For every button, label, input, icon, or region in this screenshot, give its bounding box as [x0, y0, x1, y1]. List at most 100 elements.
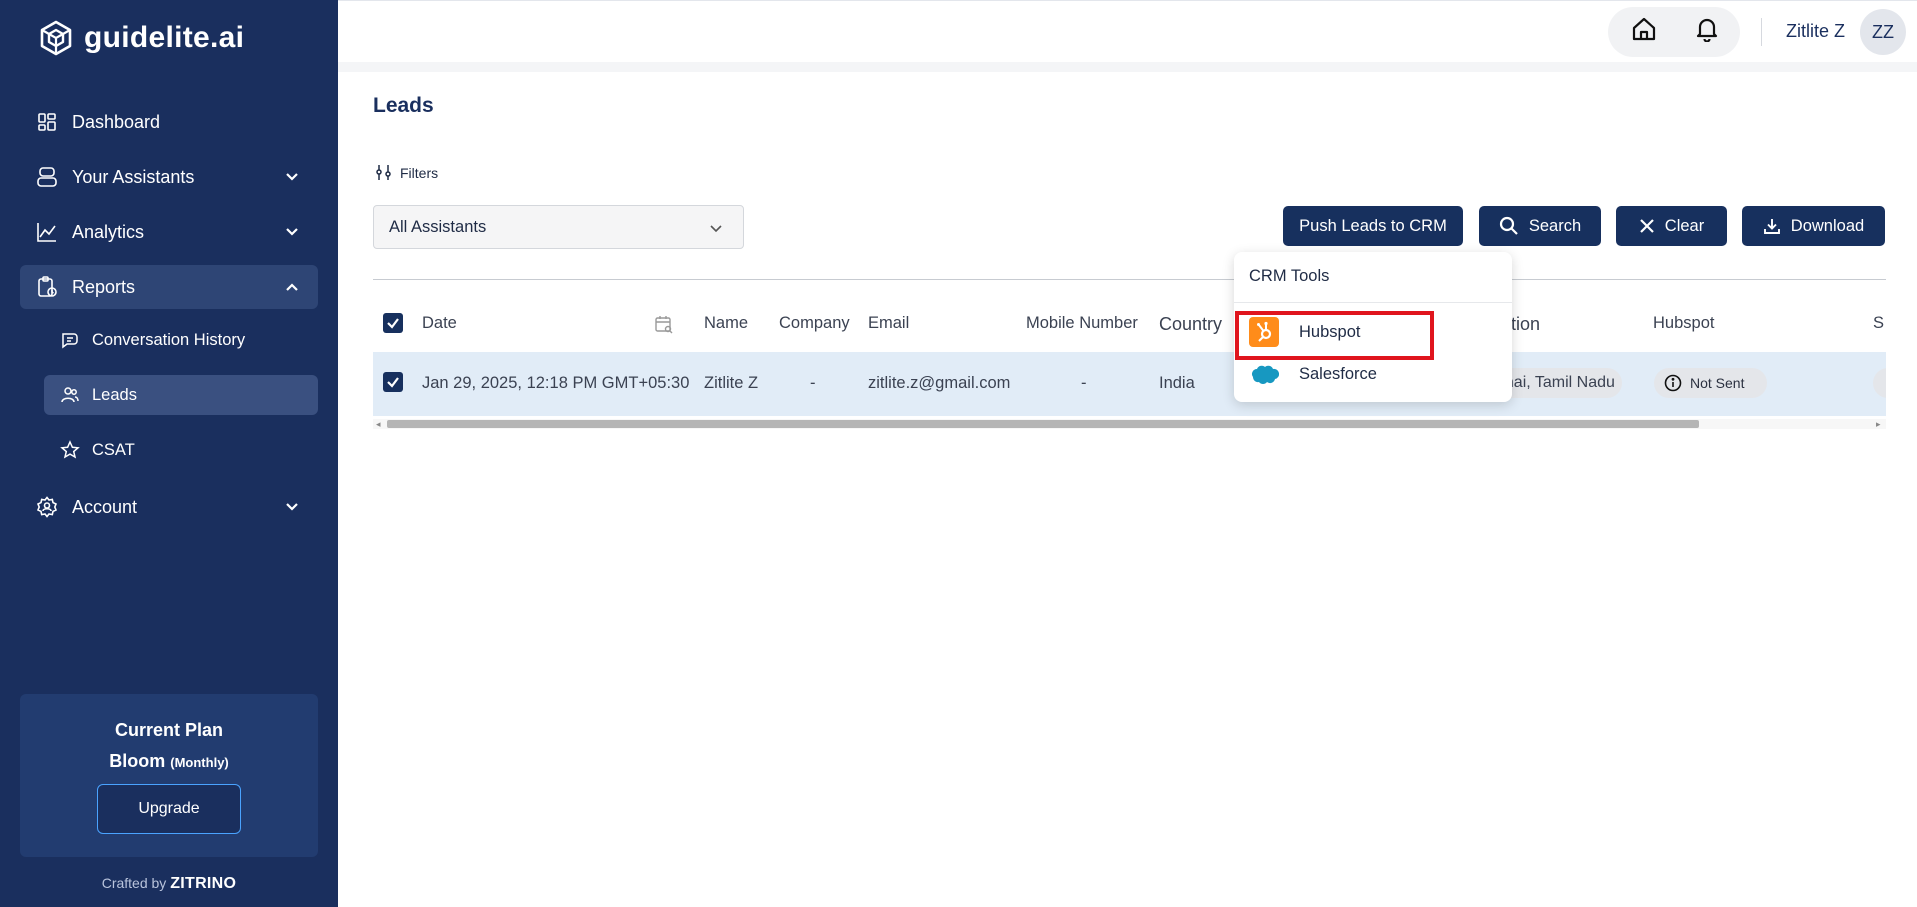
chevron-down-icon: [710, 225, 722, 233]
chevron-down-icon: [286, 228, 298, 236]
menu-item-salesforce[interactable]: Salesforce: [1234, 354, 1512, 394]
user-name[interactable]: Zitlite Z: [1786, 21, 1845, 42]
crafted-by-label: Crafted by: [101, 875, 167, 891]
status-badge-partial: [1873, 368, 1886, 398]
logo-icon: [40, 20, 72, 56]
crafted-by: Crafted by ZITRINO: [0, 875, 338, 893]
download-label: Download: [1790, 216, 1865, 235]
plan-cycle: (Monthly): [170, 755, 229, 770]
sidebar-item-label: Account: [72, 496, 138, 517]
reports-submenu: Conversation History Leads CSAT: [44, 320, 318, 470]
salesforce-icon: [1252, 365, 1279, 384]
sidebar-item-label: Analytics: [72, 221, 145, 242]
sidebar-item-account[interactable]: Account: [20, 485, 318, 529]
column-header-company[interactable]: Company: [779, 314, 850, 333]
sidebar-item-dashboard[interactable]: Dashboard: [20, 100, 318, 144]
column-header-s[interactable]: S: [1873, 314, 1884, 333]
filter-sliders-icon: [376, 165, 391, 180]
assistant-icon: [36, 166, 58, 188]
column-header-date[interactable]: Date: [422, 314, 457, 333]
leads-table-header: Date Name Company Email Mobile Number Co…: [373, 300, 1886, 350]
cell-name: Zitlite Z: [704, 374, 759, 392]
sidebar-nav: Dashboard Your Assistants Analytics Repo…: [20, 100, 318, 540]
sidebar-item-label: Your Assistants: [72, 166, 195, 187]
select-all-checkbox[interactable]: [383, 313, 403, 333]
column-header-email[interactable]: Email: [868, 314, 909, 333]
sidebar-item-conversation-history[interactable]: Conversation History: [44, 320, 318, 360]
sidebar-item-label: Dashboard: [72, 111, 161, 132]
chevron-up-icon: [286, 283, 298, 291]
column-header-country[interactable]: Country: [1159, 314, 1222, 335]
account-icon: [36, 496, 58, 518]
menu-item-label: Salesforce: [1299, 364, 1377, 383]
hubspot-status-badge: Not Sent: [1654, 368, 1767, 398]
plan-title: Current Plan: [114, 720, 224, 740]
clear-label: Clear: [1664, 216, 1705, 235]
brand-logo[interactable]: guidelite.ai: [38, 20, 244, 56]
checkmark-icon: [387, 318, 399, 329]
home-icon[interactable]: [1629, 14, 1659, 44]
sidebar-item-label: Reports: [72, 276, 136, 297]
section-divider: [373, 279, 1886, 280]
sub-item-label: Leads: [92, 385, 137, 404]
scrollbar-thumb[interactable]: [387, 420, 1699, 428]
sidebar-item-reports[interactable]: Reports: [20, 265, 318, 309]
chevron-down-icon: [286, 503, 298, 511]
table-row[interactable]: Jan 29, 2025, 12:18 PM GMT+05:30 Zitlite…: [373, 352, 1886, 416]
assistant-select-value: All Assistants: [389, 217, 487, 236]
bell-icon[interactable]: [1692, 14, 1722, 44]
avatar[interactable]: ZZ: [1860, 9, 1906, 55]
row-checkbox[interactable]: [383, 372, 403, 392]
cell-date: Jan 29, 2025, 12:18 PM GMT+05:30: [422, 374, 690, 392]
search-icon: [1499, 216, 1518, 235]
hubspot-highlight-annotation: [1235, 311, 1434, 360]
sidebar-item-analytics[interactable]: Analytics: [20, 210, 318, 254]
dropdown-divider: [1234, 302, 1512, 303]
star-icon: [60, 440, 80, 460]
cell-company: -: [810, 374, 816, 392]
plan-name-label: Bloom: [109, 751, 166, 771]
analytics-icon: [36, 221, 58, 243]
column-header-hubspot[interactable]: Hubspot: [1653, 314, 1714, 333]
sidebar-item-csat[interactable]: CSAT: [44, 430, 318, 470]
search-button[interactable]: Search: [1479, 206, 1601, 246]
column-header-mobile-number[interactable]: Mobile Number: [1026, 314, 1138, 333]
cell-mobile: -: [1081, 374, 1087, 392]
crm-tools-title: CRM Tools: [1249, 267, 1330, 285]
info-icon: [1664, 374, 1682, 392]
download-button[interactable]: Download: [1742, 206, 1885, 246]
download-icon: [1763, 219, 1780, 234]
hubspot-status-label: Not Sent: [1690, 375, 1745, 391]
filters-label: Filters: [400, 164, 439, 181]
column-header-location[interactable]: tion: [1511, 314, 1540, 335]
push-leads-to-crm-button[interactable]: Push Leads to CRM: [1283, 206, 1463, 246]
sub-item-label: Conversation History: [92, 330, 246, 349]
scroll-right-arrow[interactable]: ▸: [1876, 419, 1881, 430]
header-divider: [338, 62, 1917, 72]
chevron-down-icon: [286, 173, 298, 181]
push-leads-label: Push Leads to CRM: [1299, 216, 1447, 235]
search-label: Search: [1528, 216, 1582, 235]
filters-toggle[interactable]: Filters: [375, 164, 438, 181]
cell-email: zitlite.z@gmail.com: [868, 374, 1011, 392]
assistant-select[interactable]: All Assistants: [373, 205, 744, 249]
cell-country: India: [1159, 374, 1195, 392]
clear-button[interactable]: Clear: [1616, 206, 1727, 246]
sidebar-item-your-assistants[interactable]: Your Assistants: [20, 155, 318, 199]
column-header-name[interactable]: Name: [704, 314, 748, 333]
close-icon: [1640, 219, 1654, 233]
sub-item-label: CSAT: [92, 440, 135, 459]
calendar-search-icon[interactable]: [654, 314, 674, 334]
upgrade-button[interactable]: Upgrade: [97, 784, 241, 834]
header-divider-vertical: [1761, 18, 1762, 46]
page-title: Leads: [373, 94, 434, 117]
brand-name: guidelite.ai: [84, 21, 245, 54]
crafted-brand[interactable]: ZITRINO: [170, 875, 236, 892]
checkmark-icon: [387, 377, 399, 388]
scroll-left-arrow[interactable]: ◂: [376, 419, 381, 430]
sidebar-item-leads[interactable]: Leads: [44, 375, 318, 415]
current-plan-card: Current Plan Bloom (Monthly) Upgrade: [20, 694, 318, 857]
plan-name: Bloom (Monthly): [20, 751, 318, 772]
dashboard-icon: [36, 111, 58, 133]
chat-icon: [60, 330, 80, 350]
